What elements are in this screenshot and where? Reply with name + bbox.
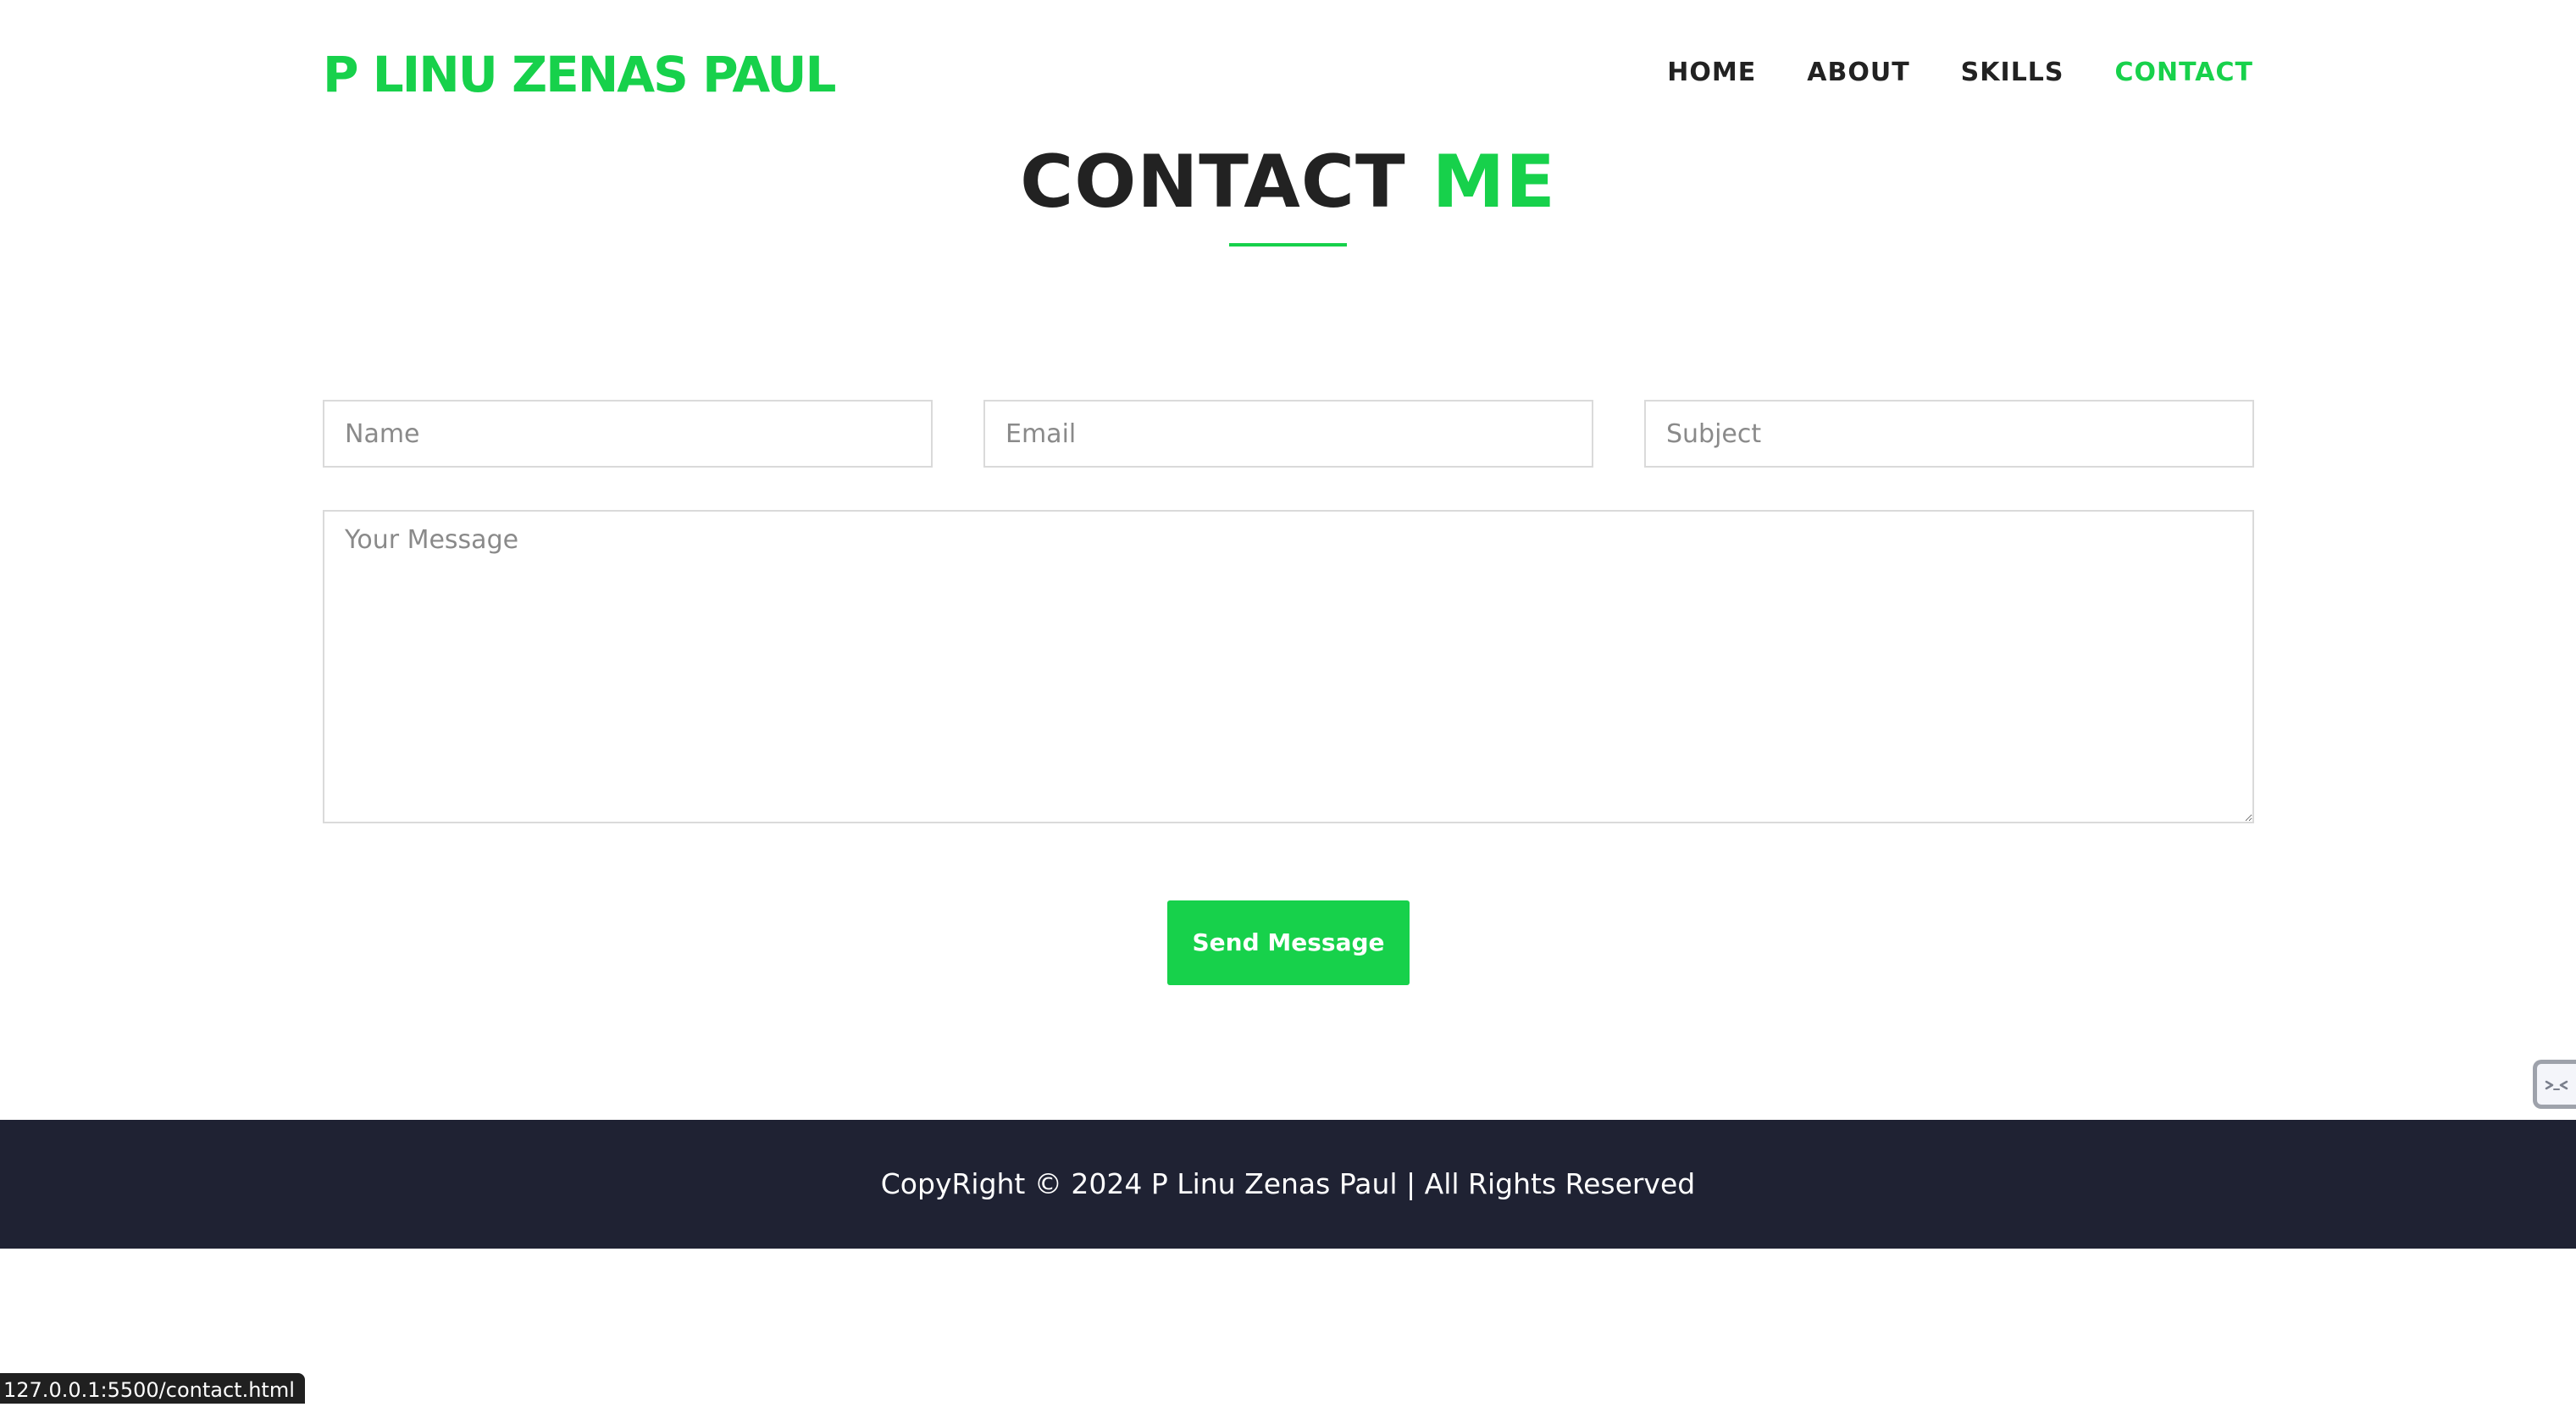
link-status-bar: 127.0.0.1:5500/contact.html: [0, 1373, 305, 1404]
subject-input[interactable]: [1644, 400, 2254, 468]
side-widget-button[interactable]: [2533, 1060, 2576, 1109]
heading-me-word: ME: [1432, 140, 1556, 224]
contact-heading: CONTACT ME: [0, 136, 2576, 229]
nav-home[interactable]: HOME: [1667, 54, 1756, 91]
heading-contact-word: CONTACT: [1020, 140, 1406, 224]
name-input[interactable]: [323, 400, 933, 468]
email-input[interactable]: [983, 400, 1593, 468]
site-footer: CopyRight © 2024 P Linu Zenas Paul | All…: [0, 1120, 2576, 1249]
message-textarea[interactable]: [323, 510, 2254, 823]
main-nav: HOME ABOUT SKILLS CONTACT: [1667, 54, 2253, 91]
code-icon: [2545, 1080, 2568, 1090]
copyright-text: CopyRight © 2024 P Linu Zenas Paul | All…: [880, 1167, 1696, 1200]
nav-skills[interactable]: SKILLS: [1961, 54, 2064, 91]
heading-underline: [1229, 243, 1347, 247]
site-logo[interactable]: P LINU ZENAS PAUL: [323, 42, 836, 107]
nav-contact[interactable]: CONTACT: [2115, 54, 2253, 91]
send-message-button[interactable]: Send Message: [1167, 900, 1410, 985]
site-header: P LINU ZENAS PAUL HOME ABOUT SKILLS CONT…: [0, 0, 2576, 144]
nav-about[interactable]: ABOUT: [1807, 54, 1909, 91]
